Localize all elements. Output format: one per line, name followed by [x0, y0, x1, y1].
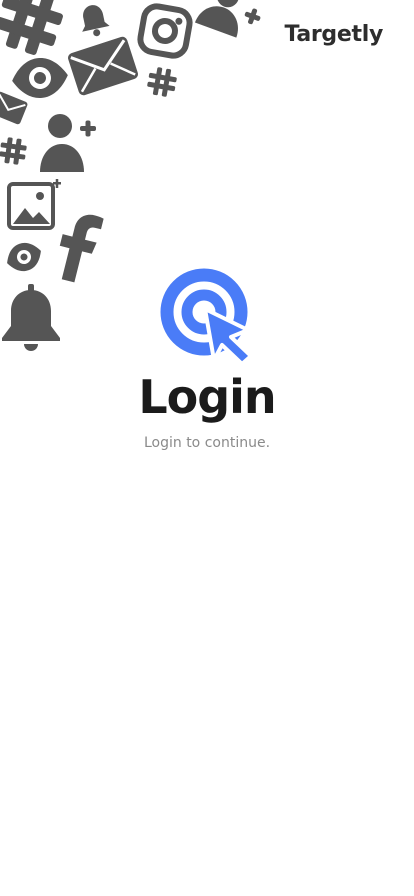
bell-icon: [0, 284, 62, 352]
brand-name: Targetly: [284, 22, 383, 47]
add-user-icon: [40, 112, 98, 174]
eye-icon: [0, 234, 49, 280]
bell-icon: [73, 0, 116, 41]
add-user-icon: [190, 0, 271, 53]
page-subtitle: Login to continue.: [143, 435, 271, 451]
target-cursor-logo: [160, 268, 256, 366]
instagram-icon: [131, 0, 198, 65]
hashtag-icon: [0, 134, 30, 168]
page-title: Login: [138, 370, 276, 424]
mail-icon: [64, 31, 143, 101]
hashtag-icon: [143, 63, 180, 100]
add-image-icon: [6, 178, 62, 232]
